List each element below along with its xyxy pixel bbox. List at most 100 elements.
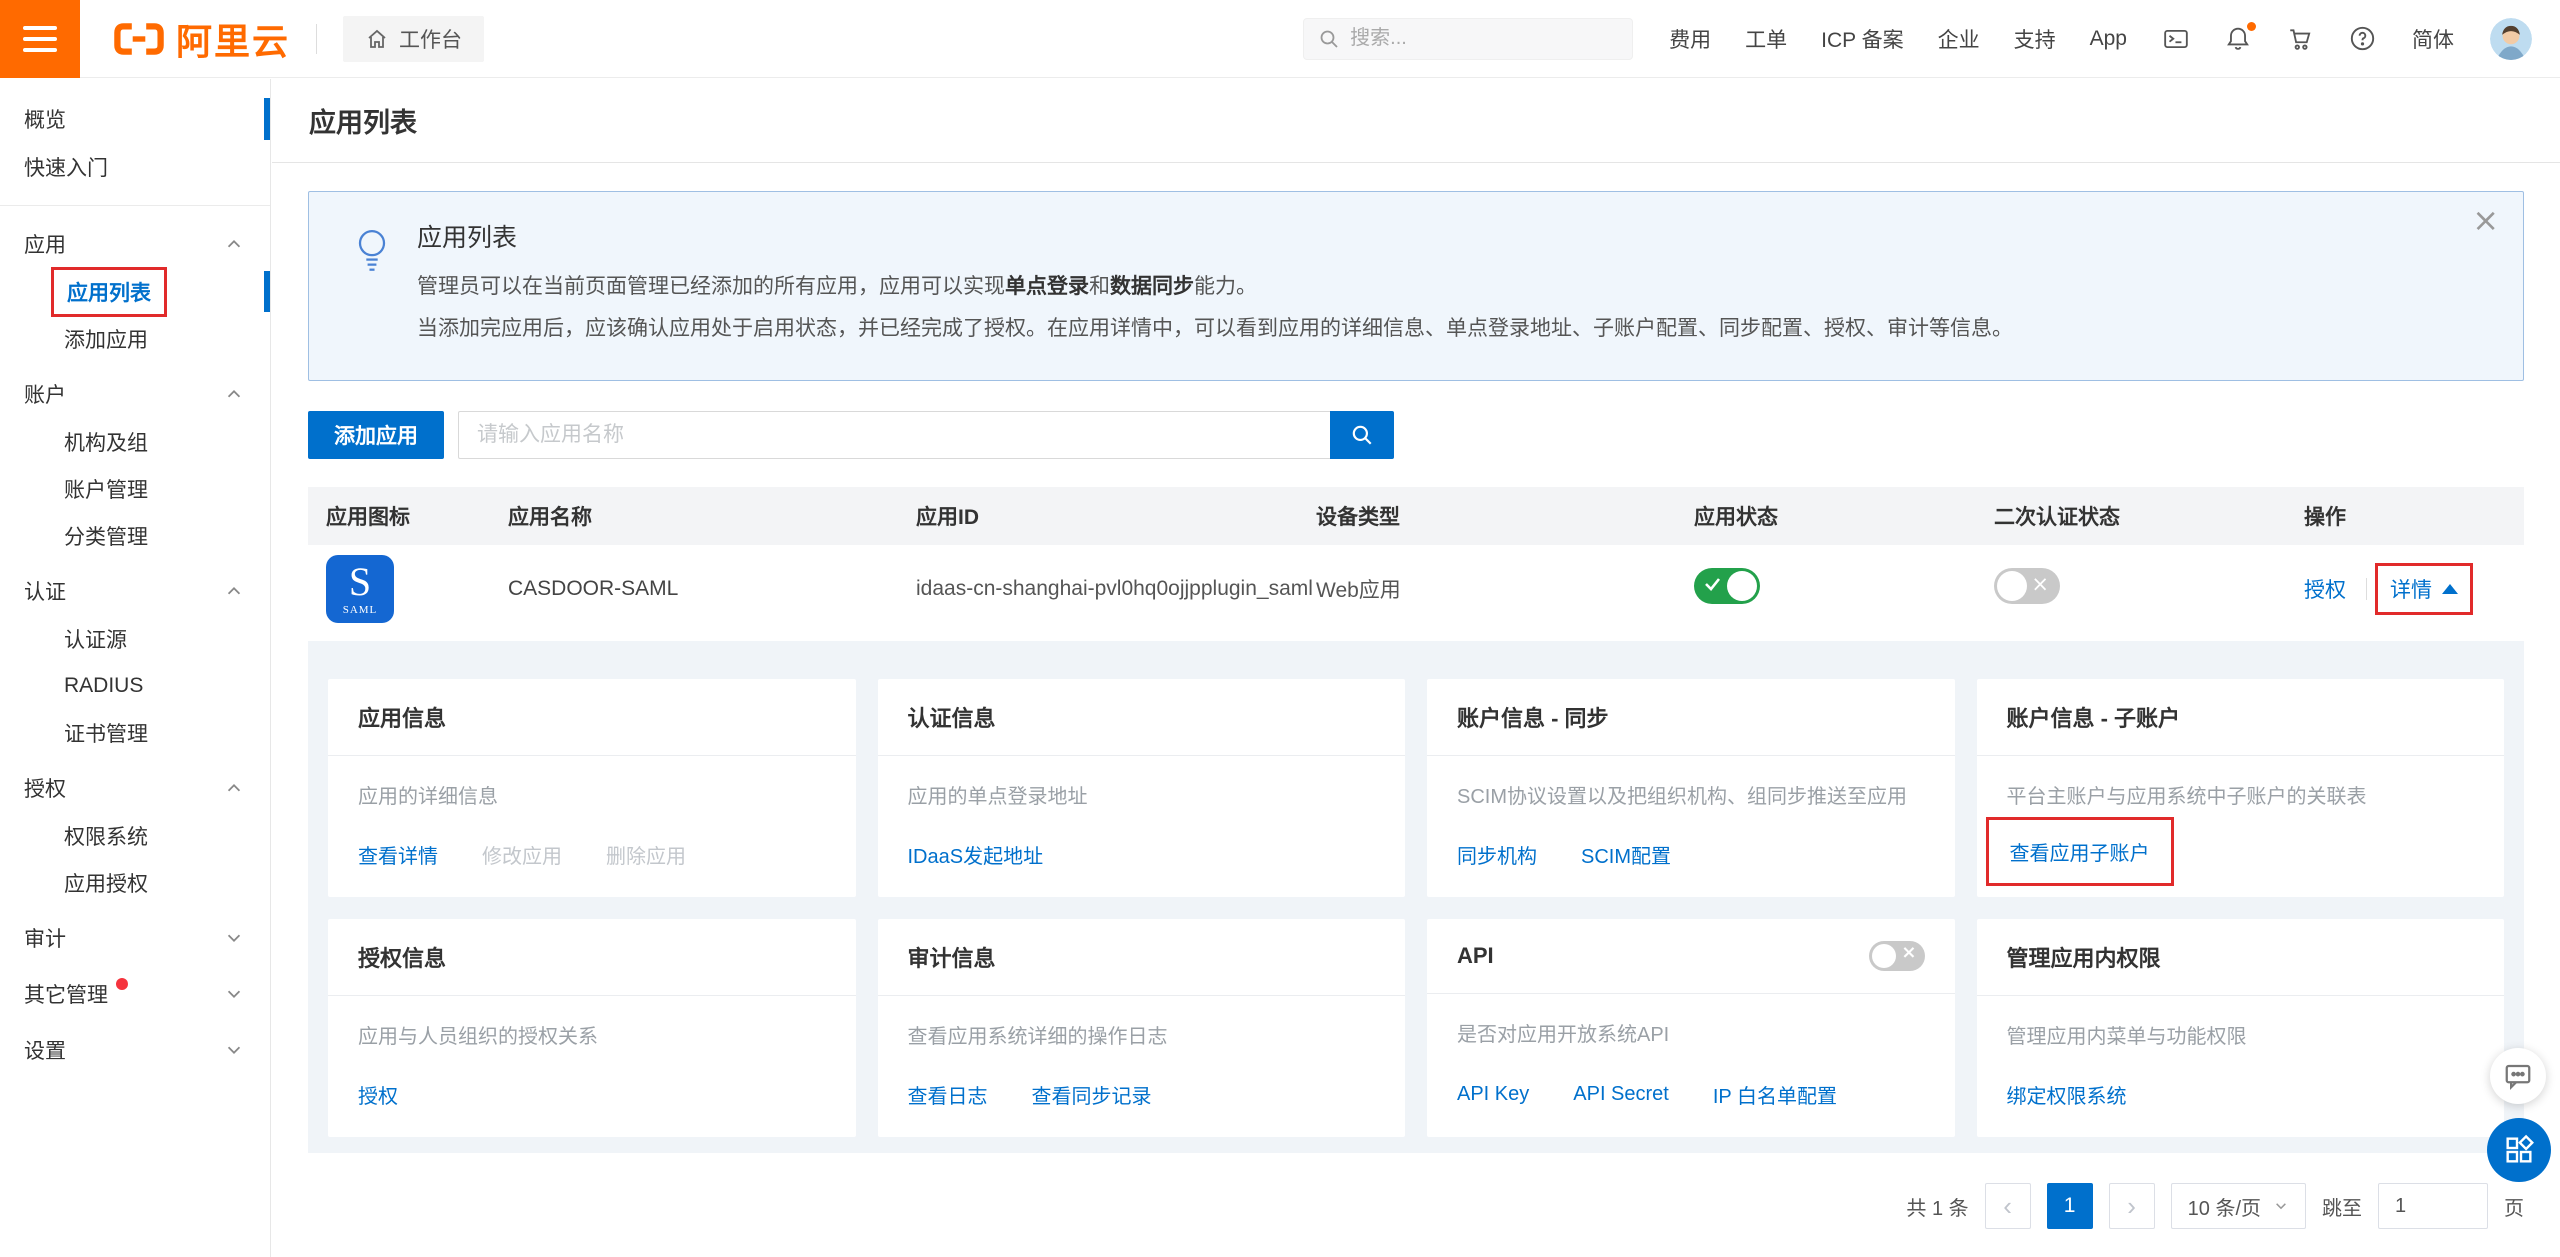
app-search-button[interactable] (1330, 411, 1394, 459)
sidebar-section-other-header[interactable]: 其它管理 (0, 970, 270, 1018)
quick-apps-button[interactable] (2487, 1118, 2551, 1182)
sidebar-item-app-authorization[interactable]: 应用授权 (0, 859, 270, 906)
hamburger-menu-button[interactable] (0, 0, 80, 78)
cart-icon[interactable] (2287, 26, 2313, 52)
notification-bell-icon[interactable] (2225, 26, 2251, 52)
topbar-menu-support[interactable]: 支持 (2014, 24, 2056, 54)
sidebar-item-add-app[interactable]: 添加应用 (0, 315, 270, 362)
card-title: 认证信息 (908, 701, 996, 733)
authorize-link[interactable]: 授权 (2304, 574, 2346, 604)
banner-line-1: 管理员可以在当前页面管理已经添加的所有应用，应用可以实现单点登录和数据同步能力。 (417, 266, 2013, 308)
card-title: 管理应用内权限 (2007, 941, 2161, 973)
sidebar-item-radius[interactable]: RADIUS (0, 662, 270, 709)
api-secret-link[interactable]: API Secret (1573, 1083, 1669, 1106)
sidebar-section-apps: 应用 应用列表 添加应用 (0, 220, 270, 362)
prev-page-button[interactable]: ‹ (1985, 1183, 2031, 1229)
toolbar: 添加应用 (308, 411, 2524, 459)
sidebar-item-category-mgmt[interactable]: 分类管理 (0, 512, 270, 559)
view-logs-link[interactable]: 查看日志 (908, 1080, 988, 1109)
active-indicator (264, 271, 270, 312)
user-avatar[interactable] (2490, 18, 2532, 60)
add-app-button[interactable]: 添加应用 (308, 411, 444, 459)
chevron-down-icon (2273, 1198, 2289, 1214)
lightbulb-icon (353, 228, 391, 350)
app-search-input[interactable] (458, 411, 1330, 459)
app-search (458, 411, 1394, 459)
ip-whitelist-link[interactable]: IP 白名单配置 (1713, 1080, 1837, 1109)
sidebar-section-accounts-header[interactable]: 账户 (0, 370, 270, 418)
card-title: 账户信息 - 同步 (1457, 701, 1609, 733)
saml-app-icon: S SAML (326, 555, 394, 623)
app-status-toggle-on[interactable] (1694, 568, 1760, 604)
api-toggle-off[interactable]: × (1869, 941, 1925, 971)
scim-config-link[interactable]: SCIM配置 (1581, 840, 1671, 869)
topbar-search-input[interactable] (1350, 27, 1618, 50)
sidebar-section-settings-header[interactable]: 设置 (0, 1026, 270, 1074)
delete-app-link[interactable]: 删除应用 (606, 840, 686, 869)
annotation-box-sub-accounts: 查看应用子账户 (1986, 817, 2174, 886)
aliyun-logo-text: 阿里云 (176, 13, 290, 65)
sidebar-item-org-groups[interactable]: 机构及组 (0, 418, 270, 465)
topbar-menu-tickets[interactable]: 工单 (1745, 24, 1787, 54)
bind-permission-system-link[interactable]: 绑定权限系统 (2007, 1080, 2127, 1109)
app-name-cell: CASDOOR-SAML (508, 577, 916, 601)
sidebar-item-permission-system[interactable]: 权限系统 (0, 812, 270, 859)
x-icon: × (2031, 572, 2049, 596)
chevron-up-icon (224, 384, 244, 410)
jump-to-input[interactable] (2378, 1183, 2488, 1229)
aliyun-logo-icon (112, 19, 166, 59)
sync-org-link[interactable]: 同步机构 (1457, 840, 1537, 869)
card-title: API (1457, 943, 1494, 969)
close-icon[interactable]: × (2472, 204, 2499, 236)
sidebar-item-quickstart[interactable]: 快速入门 (0, 143, 270, 191)
next-page-button[interactable]: › (2109, 1183, 2155, 1229)
topbar-search[interactable] (1303, 18, 1633, 60)
sidebar-item-auth-source[interactable]: 认证源 (0, 615, 270, 662)
idaas-sso-url-link[interactable]: IDaaS发起地址 (908, 840, 1044, 869)
col-app-name: 应用名称 (508, 501, 916, 531)
sidebar-section-audit-header[interactable]: 审计 (0, 914, 270, 962)
topbar-menu-app[interactable]: App (2090, 27, 2127, 51)
aliyun-logo[interactable]: 阿里云 (112, 13, 290, 65)
topbar-menu-enterprise[interactable]: 企业 (1938, 24, 1980, 54)
view-sync-records-link[interactable]: 查看同步记录 (1032, 1080, 1152, 1109)
authorize-card-link[interactable]: 授权 (358, 1080, 398, 1109)
help-icon[interactable] (2349, 25, 2376, 52)
page-size-select[interactable]: 10 条/页 (2171, 1183, 2306, 1229)
home-icon (365, 27, 389, 51)
total-count: 共 1 条 (1906, 1192, 1968, 1221)
detail-link[interactable]: 详情 (2390, 574, 2432, 604)
sidebar-section-apps-header[interactable]: 应用 (0, 220, 270, 268)
workbench-button[interactable]: 工作台 (343, 16, 484, 62)
topbar-divider (316, 24, 317, 54)
chevron-down-icon (224, 1040, 244, 1066)
page-unit-label: 页 (2504, 1192, 2524, 1221)
sidebar-section-authorization-header[interactable]: 授权 (0, 764, 270, 812)
toggle-knob (1727, 571, 1757, 601)
current-page-button[interactable]: 1 (2047, 1183, 2093, 1229)
sidebar-section-auth-header[interactable]: 认证 (0, 567, 270, 615)
card-title: 审计信息 (908, 941, 996, 973)
sidebar-item-app-list[interactable]: 应用列表 (0, 268, 270, 315)
mfa-status-toggle-off[interactable]: × (1994, 568, 2060, 604)
banner-text: 应用列表 管理员可以在当前页面管理已经添加的所有应用，应用可以实现单点登录和数据… (417, 218, 2013, 350)
api-key-link[interactable]: API Key (1457, 1083, 1529, 1106)
sidebar-divider (0, 205, 270, 206)
banner-title: 应用列表 (417, 218, 2013, 254)
view-sub-accounts-link[interactable]: 查看应用子账户 (2010, 843, 2150, 865)
sidebar-item-overview[interactable]: 概览 (0, 95, 270, 143)
chat-bubble-icon (2503, 1061, 2533, 1091)
modify-app-link[interactable]: 修改应用 (482, 840, 562, 869)
chevron-up-icon (224, 778, 244, 804)
card-desc: 管理应用内菜单与功能权限 (2007, 1022, 2475, 1052)
sidebar-item-cert-mgmt[interactable]: 证书管理 (0, 709, 270, 756)
topbar-menu-icp[interactable]: ICP 备案 (1821, 24, 1903, 54)
feedback-chat-button[interactable] (2490, 1048, 2546, 1104)
view-detail-link[interactable]: 查看详情 (358, 840, 438, 869)
sidebar-section-accounts: 账户 机构及组 账户管理 分类管理 (0, 370, 270, 559)
terminal-icon[interactable] (2163, 26, 2189, 52)
table-row: S SAML CASDOOR-SAML idaas-cn-shanghai-pv… (308, 545, 2524, 633)
sidebar-item-account-mgmt[interactable]: 账户管理 (0, 465, 270, 512)
topbar-menu-billing[interactable]: 费用 (1669, 24, 1711, 54)
locale-switch[interactable]: 简体 (2412, 24, 2454, 54)
